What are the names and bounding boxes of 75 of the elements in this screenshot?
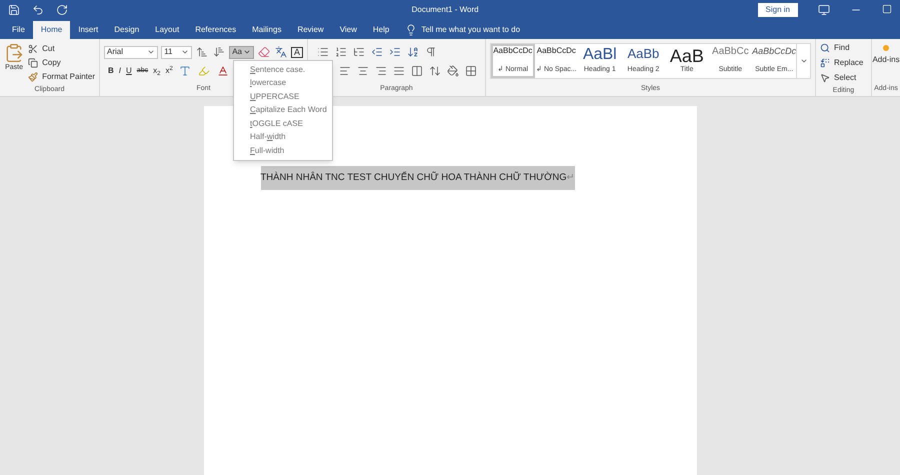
ribbon-tab[interactable]: Home [32,21,70,39]
document-text: THÀNH NHÂN TNC TEST CHUYỂN CHỮ HOA THÀNH CHỮ THƯỜNG↵ [260,166,575,190]
caret-icon [800,57,808,65]
menu-item[interactable]: Capitalize Each Word [234,104,332,117]
underline-button[interactable]: U [126,65,132,77]
sign-in-button[interactable]: Sign in [758,3,798,17]
ribbon-tab[interactable]: File [4,21,33,39]
ribbon-display-icon[interactable] [818,4,830,16]
italic-button[interactable]: I [118,65,122,77]
caret-icon [242,48,251,56]
decrease-indent-icon[interactable] [370,45,384,59]
caret-icon [181,48,190,56]
tell-me-field[interactable]: Tell me what you want to do [421,24,520,36]
menu-item[interactable]: UPPERCASE [234,90,332,104]
eraser-icon[interactable] [256,45,271,59]
increase-indent-icon[interactable] [388,45,402,59]
ribbon-tab[interactable]: Insert [70,21,106,39]
window-title: Document1 - Word [412,4,480,16]
menu-item[interactable]: Sentence case. [234,63,332,76]
format-painter-button[interactable]: Format Painter [28,71,95,83]
lightbulb-icon [405,24,418,36]
add-ins-icon [883,45,889,51]
ribbon-tab[interactable]: Help [364,21,398,39]
select-button[interactable]: Select [820,72,867,84]
font-size-field[interactable]: 11 [161,46,192,58]
change-case-button[interactable]: Aa [229,46,254,58]
undo-icon[interactable] [32,4,44,16]
columns-icon[interactable] [410,64,424,78]
text-effects-icon[interactable] [178,64,192,78]
borders-icon[interactable] [464,64,478,78]
cursor-icon [820,73,830,83]
superscript-button[interactable]: x$^{2}$ [165,65,173,77]
find-button[interactable]: Find [820,42,867,54]
search-icon [820,43,830,53]
cut-button[interactable]: Cut [28,43,95,55]
menu-item[interactable]: Full-width [234,144,332,158]
ribbon-tab[interactable]: Layout [147,21,188,39]
restore-icon[interactable] [882,4,892,14]
ribbon-tab[interactable]: View [332,21,365,39]
add-ins-button[interactable]: Add-ins [872,45,900,66]
bold-button[interactable]: B [108,65,114,77]
numbering-icon[interactable] [334,45,348,59]
align-left-icon[interactable] [338,64,352,78]
line-spacing-icon[interactable] [428,64,442,78]
align-right-icon[interactable] [374,64,388,78]
multilevel-list-icon[interactable] [352,45,366,59]
align-center-icon[interactable] [356,64,370,78]
ribbon-tab[interactable]: References [187,21,244,39]
pilcrow-icon[interactable] [424,45,438,59]
justify-icon[interactable] [392,64,406,78]
phonetic-guide-icon[interactable] [274,45,288,59]
save-icon[interactable] [8,4,20,16]
font-name-field[interactable]: Arial [104,46,158,58]
sort-icon[interactable] [406,45,420,59]
menu-item[interactable]: lowercase [234,76,332,90]
shading-icon[interactable] [446,64,460,78]
replace-button[interactable]: Replace [820,57,867,69]
ribbon-tab[interactable]: Design [106,21,148,39]
ribbon-tab[interactable]: Mailings [244,21,290,39]
grow-font-icon[interactable] [195,45,210,59]
replace-icon [820,58,830,68]
scissors-icon [28,44,38,54]
caret-icon [147,48,156,56]
subscript-button[interactable]: x$_{2}$ [153,65,160,77]
copy-button[interactable]: Copy [28,57,95,69]
character-border-button[interactable]: A [290,46,303,58]
ribbon-tab[interactable]: Review [289,21,332,39]
menu-item[interactable]: tOGGLE cASE [234,117,332,130]
redo-icon[interactable] [56,4,68,16]
clipboard-icon [4,43,24,63]
menu-item[interactable]: Half-width [234,130,332,144]
copy-icon [28,58,38,68]
shrink-font-icon[interactable] [212,45,226,59]
paintbrush-icon [28,72,38,82]
font-color-icon[interactable] [216,64,230,78]
